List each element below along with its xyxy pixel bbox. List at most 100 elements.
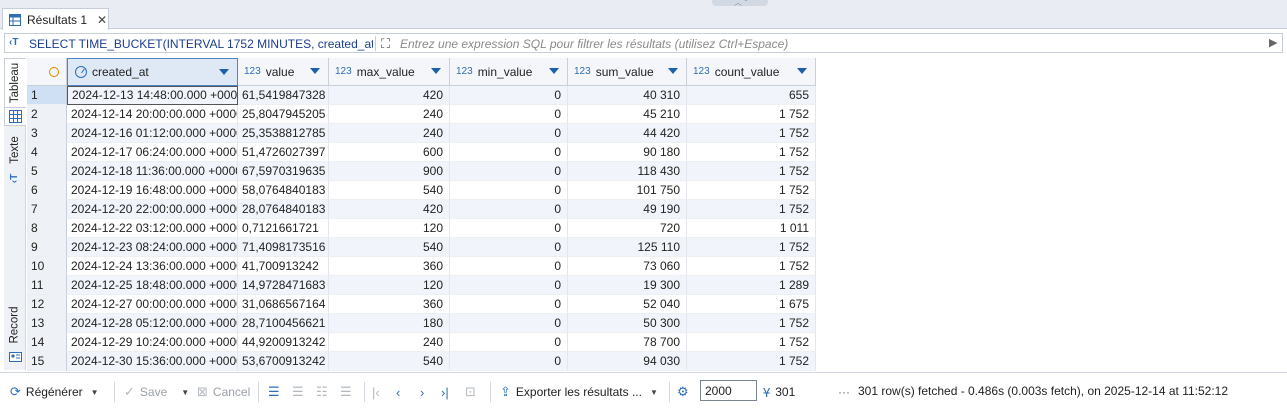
cell-sum-value[interactable]: 118 430 <box>568 162 687 181</box>
cell-sum-value[interactable]: 90 180 <box>568 143 687 162</box>
copy-row-button[interactable]: ☷ <box>316 383 333 401</box>
cell-value[interactable]: 41,700913242 <box>238 257 329 276</box>
apply-filter-icon[interactable]: ▶ <box>1269 36 1277 49</box>
cell-created-at[interactable]: 2024-12-23 08:24:00.000 +0000 <box>67 238 238 257</box>
cell-count-value[interactable]: 1 752 <box>687 352 816 371</box>
cell-count-value[interactable]: 1 289 <box>687 276 816 295</box>
cell-min-value[interactable]: 0 <box>450 105 568 124</box>
table-row[interactable]: 7 2024-12-20 22:00:00.000 +0000 28,0764840… <box>27 200 816 219</box>
column-header-created-at[interactable]: created_at <box>67 58 238 86</box>
column-header-min-value[interactable]: 123 min_value <box>450 58 568 86</box>
more-options-button[interactable]: ··· <box>838 383 850 401</box>
cell-max-value[interactable]: 540 <box>329 352 450 371</box>
cell-sum-value[interactable]: 125 110 <box>568 238 687 257</box>
row-number[interactable]: 9 <box>27 238 67 257</box>
cell-sum-value[interactable]: 49 190 <box>568 200 687 219</box>
sort-arrow-icon[interactable] <box>310 68 320 74</box>
row-number[interactable]: 11 <box>27 276 67 295</box>
filter-input[interactable] <box>400 35 1260 52</box>
row-number[interactable]: 8 <box>27 219 67 238</box>
cell-min-value[interactable]: 0 <box>450 352 568 371</box>
cell-value[interactable]: 67,5970319635 <box>238 162 329 181</box>
cell-sum-value[interactable]: 94 030 <box>568 352 687 371</box>
cell-created-at[interactable]: 2024-12-18 11:36:00.000 +0000 <box>67 162 238 181</box>
cell-created-at[interactable]: 2024-12-24 13:36:00.000 +0000 <box>67 257 238 276</box>
sort-arrow-icon[interactable] <box>668 68 678 74</box>
column-header-value[interactable]: 123 value <box>238 58 329 86</box>
cell-max-value[interactable]: 540 <box>329 238 450 257</box>
cell-count-value[interactable]: 1 752 <box>687 162 816 181</box>
add-row-button[interactable]: ☰ <box>292 383 309 401</box>
text-view-icon[interactable]: ‹T <box>4 170 26 186</box>
cell-count-value[interactable]: 1 752 <box>687 257 816 276</box>
table-row[interactable]: 2 2024-12-14 20:00:00.000 +0000 25,8047945… <box>27 105 816 124</box>
chevron-down-icon[interactable]: ▼ <box>181 388 189 397</box>
row-number-header[interactable] <box>27 58 67 86</box>
cell-count-value[interactable]: 1 752 <box>687 333 816 352</box>
cell-created-at[interactable]: 2024-12-28 05:12:00.000 +0000 <box>67 314 238 333</box>
row-number[interactable]: 7 <box>27 200 67 219</box>
cell-value[interactable]: 25,3538812785 <box>238 124 329 143</box>
row-number[interactable]: 5 <box>27 162 67 181</box>
cell-sum-value[interactable]: 44 420 <box>568 124 687 143</box>
cell-max-value[interactable]: 120 <box>329 276 450 295</box>
cell-max-value[interactable]: 420 <box>329 200 450 219</box>
tab-record[interactable]: Record <box>4 302 26 348</box>
cell-max-value[interactable]: 360 <box>329 257 450 276</box>
row-number[interactable]: 15 <box>27 352 67 371</box>
cell-max-value[interactable]: 540 <box>329 181 450 200</box>
cell-max-value[interactable]: 360 <box>329 295 450 314</box>
tab-tableau[interactable]: Tableau <box>4 58 26 108</box>
cell-created-at[interactable]: 2024-12-19 16:48:00.000 +0000 <box>67 181 238 200</box>
cell-max-value[interactable]: 180 <box>329 314 450 333</box>
cell-count-value[interactable]: 1 752 <box>687 143 816 162</box>
cell-value[interactable]: 44,9200913242 <box>238 333 329 352</box>
save-button[interactable]: ✓ Save ▼ <box>124 383 189 401</box>
row-number[interactable]: 12 <box>27 295 67 314</box>
cell-min-value[interactable]: 0 <box>450 276 568 295</box>
row-number[interactable]: 3 <box>27 124 67 143</box>
cell-created-at[interactable]: 2024-12-20 22:00:00.000 +0000 <box>67 200 238 219</box>
cell-max-value[interactable]: 240 <box>329 333 450 352</box>
cell-count-value[interactable]: 1 752 <box>687 314 816 333</box>
cell-value[interactable]: 58,0764840183 <box>238 181 329 200</box>
cell-count-value[interactable]: 1 752 <box>687 181 816 200</box>
table-row[interactable]: 4 2024-12-17 06:24:00.000 +0000 51,4726027… <box>27 143 816 162</box>
cell-min-value[interactable]: 0 <box>450 181 568 200</box>
next-page-button[interactable]: › <box>420 383 429 401</box>
cell-min-value[interactable]: 0 <box>450 219 568 238</box>
cell-value[interactable]: 61,5419847328 <box>238 86 329 105</box>
cell-created-at[interactable]: 2024-12-14 20:00:00.000 +0000 <box>67 105 238 124</box>
cell-min-value[interactable]: 0 <box>450 333 568 352</box>
cell-min-value[interactable]: 0 <box>450 314 568 333</box>
cell-created-at[interactable]: 2024-12-16 01:12:00.000 +0000 <box>67 124 238 143</box>
row-number[interactable]: 4 <box>27 143 67 162</box>
cell-max-value[interactable]: 240 <box>329 105 450 124</box>
table-row[interactable]: 14 2024-12-29 10:24:00.000 +0000 44,920091… <box>27 333 816 352</box>
column-header-max-value[interactable]: 123 max_value <box>329 58 450 86</box>
row-number[interactable]: 14 <box>27 333 67 352</box>
regenerate-button[interactable]: ⟳ Régénérer ▼ <box>10 383 99 401</box>
cell-max-value[interactable]: 240 <box>329 124 450 143</box>
table-row[interactable]: 5 2024-12-18 11:36:00.000 +0000 67,5970319… <box>27 162 816 181</box>
cell-min-value[interactable]: 0 <box>450 143 568 162</box>
fetch-all-button[interactable]: ⊡ <box>465 383 481 401</box>
delete-row-button[interactable]: ☰ <box>340 383 357 401</box>
cell-count-value[interactable]: 1 011 <box>687 219 816 238</box>
row-edit-button[interactable]: ☰ <box>268 383 285 401</box>
cell-max-value[interactable]: 900 <box>329 162 450 181</box>
sort-arrow-icon[interactable] <box>549 68 559 74</box>
cell-max-value[interactable]: 420 <box>329 86 450 105</box>
row-number[interactable]: 6 <box>27 181 67 200</box>
row-number[interactable]: 2 <box>27 105 67 124</box>
row-count-button[interactable]: Ұ 301 <box>763 383 795 401</box>
cell-sum-value[interactable]: 101 750 <box>568 181 687 200</box>
cell-count-value[interactable]: 1 752 <box>687 105 816 124</box>
cell-count-value[interactable]: 1 752 <box>687 200 816 219</box>
close-icon[interactable]: ✕ <box>97 13 107 27</box>
cell-value[interactable]: 51,4726027397 <box>238 143 329 162</box>
cell-value[interactable]: 53,6700913242 <box>238 352 329 371</box>
cell-value[interactable]: 0,7121661721 <box>238 219 329 238</box>
cell-sum-value[interactable]: 78 700 <box>568 333 687 352</box>
cell-min-value[interactable]: 0 <box>450 162 568 181</box>
